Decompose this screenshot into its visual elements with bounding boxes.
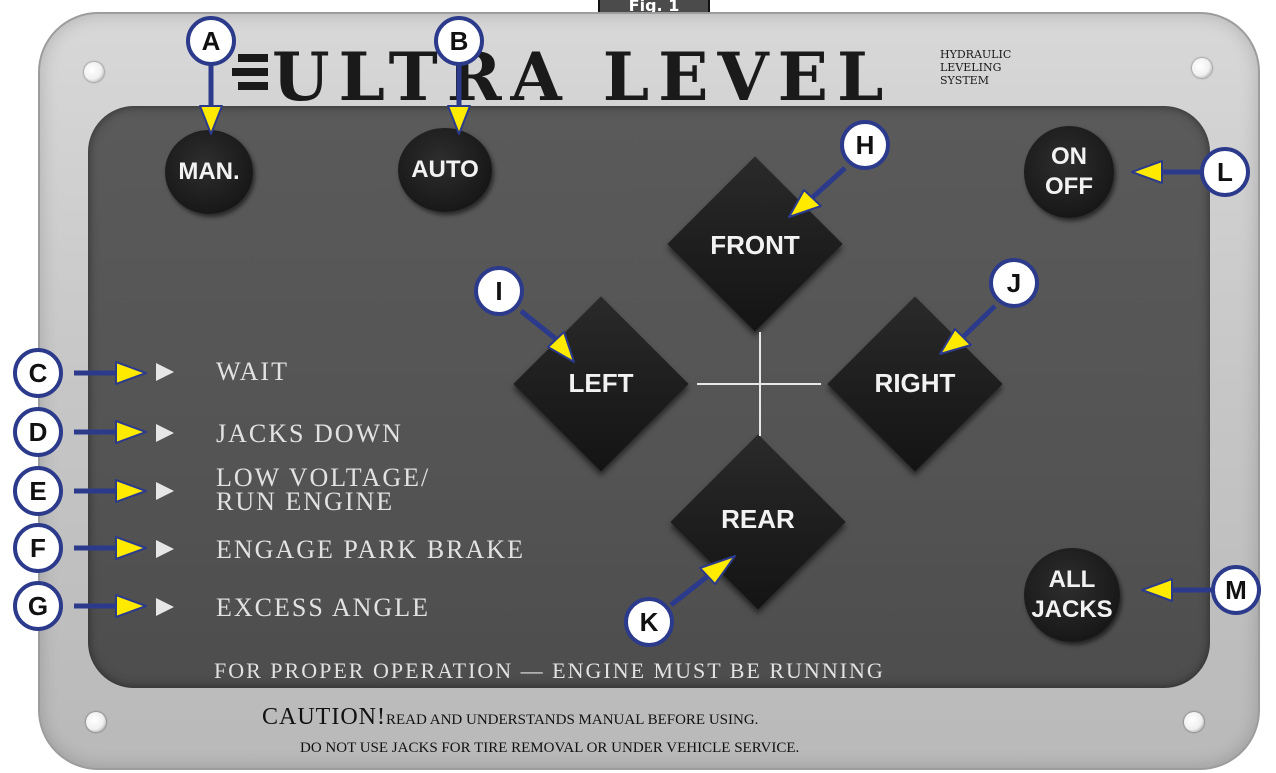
callout-g: G (13, 581, 63, 631)
callout-j: J (989, 258, 1039, 308)
callout-h: H (840, 120, 890, 170)
callout-k: K (624, 597, 674, 647)
callout-i: I (474, 266, 524, 316)
callout-f: F (13, 523, 63, 573)
callout-c: C (13, 348, 63, 398)
callout-l: L (1200, 147, 1250, 197)
callout-e: E (13, 466, 63, 516)
callout-m: M (1211, 565, 1261, 615)
callout-arrows (74, 64, 1213, 618)
callout-b: B (434, 16, 484, 66)
callout-a: A (186, 16, 236, 66)
callout-d: D (13, 407, 63, 457)
